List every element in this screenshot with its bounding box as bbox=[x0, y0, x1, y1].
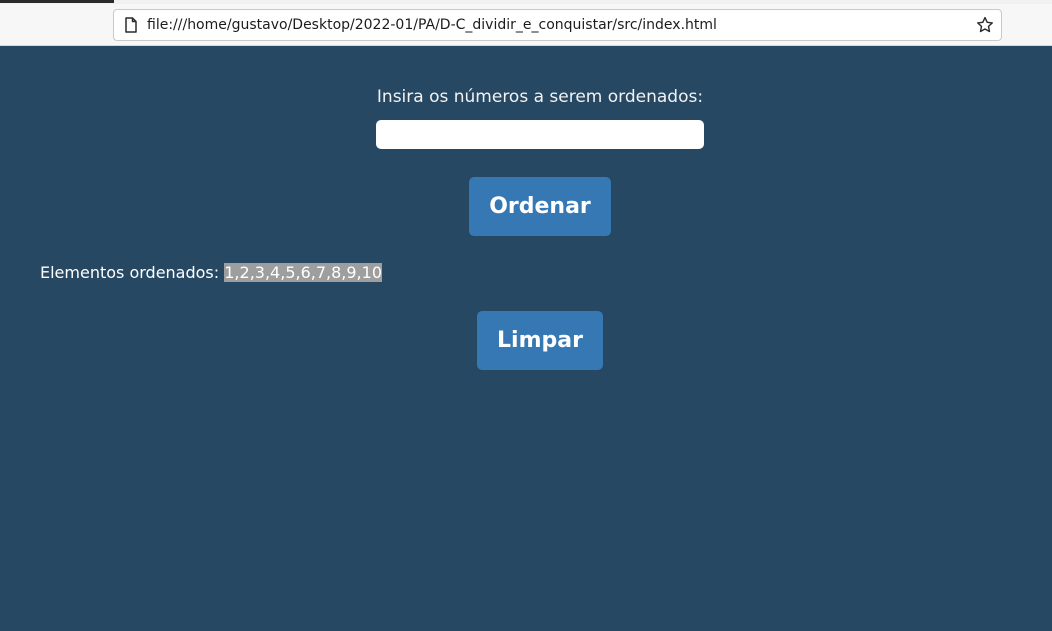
result-label: Elementos ordenados: bbox=[40, 263, 220, 282]
page-content: Insira os números a serem ordenados: Ord… bbox=[0, 46, 1052, 631]
order-button[interactable]: Ordenar bbox=[469, 177, 611, 236]
active-tab-indicator bbox=[0, 0, 114, 3]
browser-toolbar: file:///home/gustavo/Desktop/2022-01/PA/… bbox=[0, 4, 1052, 46]
numbers-prompt-label: Insira os números a serem ordenados: bbox=[376, 87, 704, 107]
numbers-input[interactable] bbox=[376, 120, 704, 149]
address-bar-url[interactable]: file:///home/gustavo/Desktop/2022-01/PA/… bbox=[147, 16, 717, 34]
clear-button[interactable]: Limpar bbox=[477, 311, 603, 370]
address-bar[interactable]: file:///home/gustavo/Desktop/2022-01/PA/… bbox=[113, 9, 1002, 41]
result-values: 1,2,3,4,5,6,7,8,9,10 bbox=[224, 263, 382, 282]
star-icon[interactable] bbox=[975, 15, 995, 35]
page-icon bbox=[122, 16, 140, 34]
result-line: Elementos ordenados: 1,2,3,4,5,6,7,8,9,1… bbox=[40, 263, 382, 283]
